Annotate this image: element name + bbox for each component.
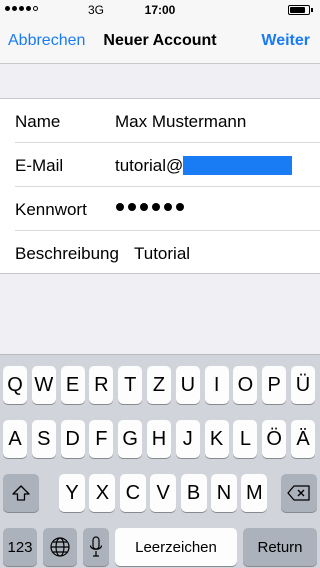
description-field[interactable]: Tutorial <box>134 244 190 264</box>
battery-icon <box>288 5 313 15</box>
globe-key[interactable] <box>43 528 77 566</box>
account-form: Name Max Mustermann E-Mail tutorial@ Ken… <box>0 98 320 274</box>
key-v[interactable]: V <box>150 474 177 512</box>
key-s[interactable]: S <box>31 420 56 458</box>
password-row[interactable]: Kennwort <box>0 187 320 231</box>
key-m[interactable]: M <box>241 474 268 512</box>
password-dot <box>140 203 148 211</box>
key-r[interactable]: R <box>89 366 114 404</box>
key-ö[interactable]: Ö <box>262 420 287 458</box>
next-button[interactable]: Weiter <box>261 32 310 50</box>
password-label: Kennwort <box>15 200 87 219</box>
return-key[interactable]: Return <box>243 528 317 566</box>
key-ä[interactable]: Ä <box>291 420 315 458</box>
key-z[interactable]: Z <box>147 366 171 404</box>
shift-key[interactable] <box>3 474 39 512</box>
name-label: Name <box>15 112 61 131</box>
password-dot <box>164 203 172 211</box>
key-e[interactable]: E <box>60 366 85 404</box>
key-o[interactable]: O <box>233 366 258 404</box>
key-c[interactable]: C <box>119 474 146 512</box>
password-dot <box>128 203 136 211</box>
email-value: tutorial@ <box>115 156 184 175</box>
space-key[interactable]: Leerzeichen <box>115 528 237 566</box>
cancel-button[interactable]: Abbrechen <box>8 32 85 50</box>
backspace-icon <box>287 485 310 501</box>
delete-key[interactable] <box>281 474 317 512</box>
shift-icon <box>12 485 30 501</box>
key-w[interactable]: W <box>31 366 56 404</box>
redaction-box <box>183 156 293 175</box>
key-i[interactable]: I <box>204 366 229 404</box>
key-t[interactable]: T <box>118 366 143 404</box>
key-ü[interactable]: Ü <box>291 366 315 404</box>
password-dot <box>152 203 160 211</box>
status-bar: 3G 17:00 <box>0 0 320 20</box>
password-field[interactable] <box>116 203 184 211</box>
email-row[interactable]: E-Mail tutorial@ <box>0 143 320 187</box>
description-row[interactable]: Beschreibung Tutorial <box>0 231 320 275</box>
name-field[interactable]: Max Mustermann <box>115 112 246 132</box>
email-field[interactable]: tutorial@ <box>115 156 293 176</box>
key-k[interactable]: K <box>204 420 229 458</box>
password-dot <box>116 203 124 211</box>
description-label: Beschreibung <box>15 244 119 263</box>
numbers-key[interactable]: 123 <box>3 528 37 566</box>
key-y[interactable]: Y <box>59 474 85 512</box>
password-dot <box>176 203 184 211</box>
navigation-bar: Abbrechen Neuer Account Weiter <box>0 20 320 64</box>
clock: 17:00 <box>144 3 176 17</box>
key-u[interactable]: U <box>175 366 200 404</box>
email-label: E-Mail <box>15 156 64 175</box>
key-h[interactable]: H <box>147 420 171 458</box>
key-j[interactable]: J <box>175 420 200 458</box>
microphone-icon <box>89 536 103 557</box>
dictation-key[interactable] <box>83 528 109 566</box>
key-b[interactable]: B <box>180 474 207 512</box>
key-f[interactable]: F <box>89 420 114 458</box>
key-p[interactable]: P <box>262 366 287 404</box>
key-d[interactable]: D <box>60 420 85 458</box>
globe-icon <box>50 537 70 557</box>
key-a[interactable]: A <box>3 420 27 458</box>
key-q[interactable]: Q <box>3 366 27 404</box>
keyboard: 123 Leerzeichen Return QWERTZUIOPÜ ASDFGH… <box>0 354 320 568</box>
key-l[interactable]: L <box>233 420 258 458</box>
key-g[interactable]: G <box>118 420 143 458</box>
name-row[interactable]: Name Max Mustermann <box>0 99 320 143</box>
key-n[interactable]: N <box>211 474 237 512</box>
key-x[interactable]: X <box>89 474 116 512</box>
